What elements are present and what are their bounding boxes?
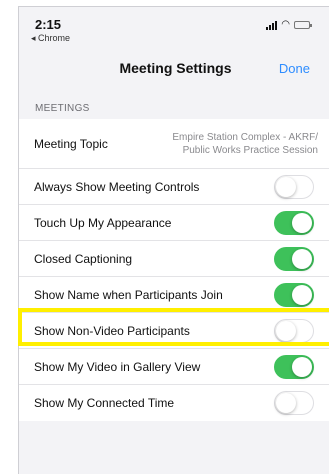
show-video-gallery-row: Show My Video in Gallery View — [19, 349, 329, 385]
system-icons: ◠ — [266, 19, 312, 30]
nav-bar: Meeting Settings Done — [19, 53, 329, 83]
done-button[interactable]: Done — [279, 61, 310, 76]
status-time: 2:15 — [35, 17, 62, 32]
meeting-topic-row[interactable]: Meeting Topic Empire Station Complex - A… — [19, 119, 329, 169]
toggle-knob — [276, 176, 296, 197]
row-label: Show Name when Participants Join — [34, 287, 223, 302]
always-show-controls-row: Always Show Meeting Controls — [19, 169, 329, 205]
show-non-video-row: Show Non-Video Participants — [19, 313, 329, 349]
touch-up-appearance-row: Touch Up My Appearance — [19, 205, 329, 241]
touch-up-appearance-toggle[interactable] — [274, 210, 314, 235]
show-non-video-toggle[interactable] — [274, 318, 314, 343]
show-connected-time-toggle[interactable] — [274, 391, 314, 415]
settings-screen: 2:15 ◂ Chrome ◠ Meeting Settings Done ME… — [18, 6, 329, 474]
closed-captioning-row: Closed Captioning — [19, 241, 329, 277]
row-label: Show My Connected Time — [34, 396, 175, 410]
row-label: Show Non-Video Participants — [34, 323, 190, 338]
back-to-app-link[interactable]: ◂ Chrome — [31, 33, 70, 44]
wifi-icon: ◠ — [281, 19, 290, 30]
meeting-topic-value-line: Public Works Practice Session — [182, 144, 318, 156]
meeting-topic-value: Empire Station Complex - AKRF/ Public Wo… — [143, 131, 318, 157]
status-bar: 2:15 ◂ Chrome ◠ — [19, 7, 329, 47]
toggle-knob — [292, 212, 312, 233]
row-label: Meeting Topic — [34, 136, 108, 151]
toggle-knob — [292, 356, 312, 377]
always-show-controls-toggle[interactable] — [274, 174, 314, 199]
show-name-join-row: Show Name when Participants Join — [19, 277, 329, 313]
row-label: Always Show Meeting Controls — [34, 179, 200, 194]
toggle-knob — [292, 248, 312, 269]
row-label: Touch Up My Appearance — [34, 215, 172, 230]
meeting-topic-value-line: Empire Station Complex - AKRF/ — [172, 131, 318, 143]
settings-list: Meeting Topic Empire Station Complex - A… — [19, 119, 329, 421]
signal-icon — [266, 20, 278, 30]
toggle-knob — [292, 284, 312, 305]
show-video-gallery-toggle[interactable] — [274, 354, 314, 379]
show-connected-time-row: Show My Connected Time — [19, 385, 329, 421]
section-header-meetings: MEETINGS — [35, 103, 90, 114]
row-label: Show My Video in Gallery View — [34, 359, 201, 374]
row-label: Closed Captioning — [34, 251, 133, 266]
show-name-join-toggle[interactable] — [274, 282, 314, 307]
toggle-knob — [276, 320, 296, 341]
toggle-knob — [276, 393, 296, 413]
battery-icon — [294, 21, 312, 29]
closed-captioning-toggle[interactable] — [274, 246, 314, 271]
